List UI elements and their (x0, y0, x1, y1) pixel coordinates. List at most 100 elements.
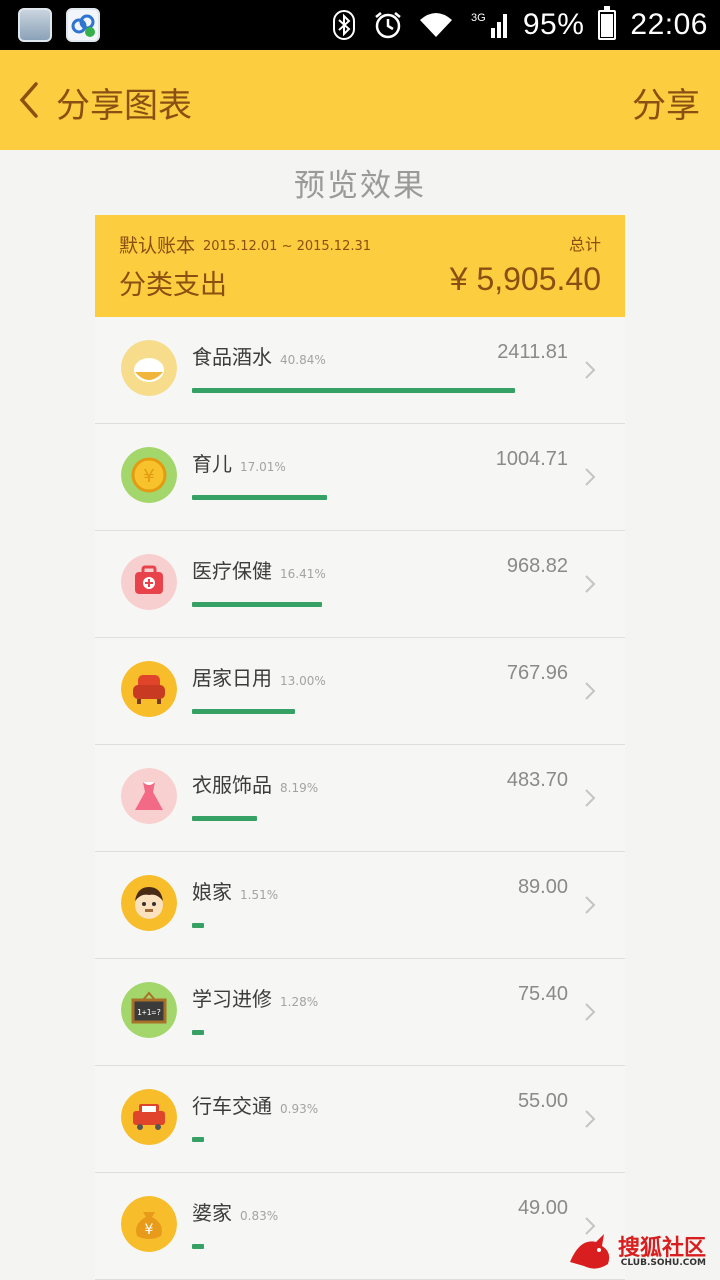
category-name: 育儿 17.01% (192, 448, 286, 477)
category-percent: 40.84% (280, 353, 326, 367)
svg-text:¥: ¥ (145, 1222, 154, 1238)
chevron-right-icon (585, 361, 596, 379)
category-percent: 1.28% (280, 995, 319, 1009)
cloud-app-icon (66, 8, 100, 42)
clock: 22:06 (630, 8, 708, 41)
dress-icon (121, 768, 177, 824)
category-name: 行车交通 0.93% (192, 1090, 318, 1119)
wifi-icon (419, 13, 452, 37)
category-percent: 13.00% (280, 674, 326, 688)
category-share-bar (192, 923, 204, 928)
category-name: 娘家 1.51% (192, 876, 278, 905)
chevron-right-icon (585, 1110, 596, 1128)
battery-percent: 95% (522, 8, 585, 41)
category-label: 学习进修 (192, 987, 272, 1011)
category-row[interactable]: 娘家 1.51% 89.00 (95, 852, 625, 959)
car-icon (121, 1089, 177, 1145)
category-label: 衣服饰品 (192, 773, 272, 797)
book-name: 默认账本 (119, 235, 196, 257)
alarm-icon (375, 12, 401, 39)
category-share-bar (192, 602, 322, 607)
category-amount: 483.70 (506, 769, 568, 791)
app-bar: 分享图表 分享 (0, 50, 720, 150)
category-percent: 16.41% (280, 567, 326, 581)
page-title: 分享图表 (56, 86, 192, 126)
category-share-bar (192, 709, 295, 714)
category-name: 衣服饰品 8.19% (192, 769, 318, 798)
category-row[interactable]: 行车交通 0.93% 55.00 (95, 1066, 625, 1173)
category-percent: 0.83% (240, 1209, 279, 1223)
category-percent: 8.19% (280, 781, 319, 795)
chevron-right-icon (585, 468, 596, 486)
category-share-bar (192, 388, 515, 393)
chevron-right-icon (585, 789, 596, 807)
watermark-sub: CLUB.SOHU.COM (620, 1258, 706, 1268)
category-row[interactable]: 医疗保健 16.41% 968.82 (95, 531, 625, 638)
category-row[interactable]: ¥ 育儿 17.01% 1004.71 (95, 424, 625, 531)
category-label: 食品酒水 (192, 345, 272, 369)
category-amount: 2411.81 (497, 341, 568, 363)
kind-label: 分类支出 (119, 270, 227, 301)
svg-text:¥: ¥ (143, 466, 154, 487)
date-range: 2015.12.01 ~ 2015.12.31 (203, 239, 372, 254)
category-label: 行车交通 (192, 1094, 272, 1118)
battery-icon (598, 6, 617, 40)
category-share-bar (192, 1030, 204, 1035)
network-type: 3G (471, 12, 486, 24)
chevron-right-icon (585, 1003, 596, 1021)
fox-logo-icon (570, 1234, 610, 1269)
category-name: 学习进修 1.28% (192, 983, 318, 1012)
category-share-bar (192, 816, 257, 821)
security-app-icon (18, 8, 52, 42)
category-name: 食品酒水 40.84% (192, 341, 326, 370)
category-list: 食品酒水 40.84% 2411.81 ¥ 育儿 17.01% 1004.71 医疗保健 16.… (95, 317, 625, 1280)
category-name: 医疗保健 16.41% (192, 555, 326, 584)
chevron-right-icon (585, 896, 596, 914)
total-amount: ¥ 5,905.40 (449, 261, 601, 297)
status-bar: 3G 95% 22:06 (0, 0, 720, 50)
chevron-right-icon (585, 575, 596, 593)
summary-header: 默认账本 2015.12.01 ~ 2015.12.31 总计 分类支出 ¥ 5… (95, 215, 625, 317)
category-label: 医疗保健 (192, 559, 272, 583)
category-amount: 968.82 (506, 555, 568, 577)
category-percent: 0.93% (280, 1102, 319, 1116)
category-name: 居家日用 13.00% (192, 662, 326, 691)
category-row[interactable]: 食品酒水 40.84% 2411.81 (95, 317, 625, 424)
chevron-right-icon (585, 682, 596, 700)
category-amount: 767.96 (506, 662, 568, 684)
back-arrow-icon[interactable] (14, 78, 44, 122)
rice-bowl-icon (121, 340, 177, 396)
coin-icon: ¥ (121, 447, 177, 503)
bluetooth-icon (332, 10, 355, 40)
category-label: 育儿 (192, 452, 232, 476)
category-name: 婆家 0.83% (192, 1197, 278, 1226)
medical-kit-icon (121, 554, 177, 610)
category-percent: 1.51% (240, 888, 279, 902)
category-row[interactable]: 1+1=? 学习进修 1.28% 75.40 (95, 959, 625, 1066)
share-button[interactable]: 分享 (632, 78, 700, 127)
category-share-bar (192, 1137, 204, 1142)
category-amount: 89.00 (517, 876, 568, 898)
category-percent: 17.01% (240, 460, 286, 474)
sohu-watermark: 搜狐社区 CLUB.SOHU.COM (566, 1230, 716, 1276)
category-row[interactable]: 衣服饰品 8.19% 483.70 (95, 745, 625, 852)
category-row[interactable]: 居家日用 13.00% 767.96 (95, 638, 625, 745)
chalkboard-icon: 1+1=? (121, 982, 177, 1038)
category-amount: 75.40 (517, 983, 568, 1005)
category-amount: 55.00 (517, 1090, 568, 1112)
category-label: 娘家 (192, 880, 232, 904)
armchair-icon (121, 661, 177, 717)
category-amount: 49.00 (517, 1197, 568, 1219)
man-face-icon (121, 875, 177, 931)
preview-label: 预览效果 (294, 168, 426, 204)
category-amount: 1004.71 (495, 448, 568, 470)
money-bag-icon: ¥ (121, 1196, 177, 1252)
category-share-bar (192, 495, 327, 500)
total-label: 总计 (568, 235, 601, 254)
svg-text:1+1=?: 1+1=? (137, 1008, 161, 1017)
category-share-bar (192, 1244, 204, 1249)
category-row[interactable]: ¥ 婆家 0.83% 49.00 (95, 1173, 625, 1280)
category-label: 婆家 (192, 1201, 232, 1225)
signal-icon: 3G (471, 12, 507, 38)
category-label: 居家日用 (192, 666, 272, 690)
